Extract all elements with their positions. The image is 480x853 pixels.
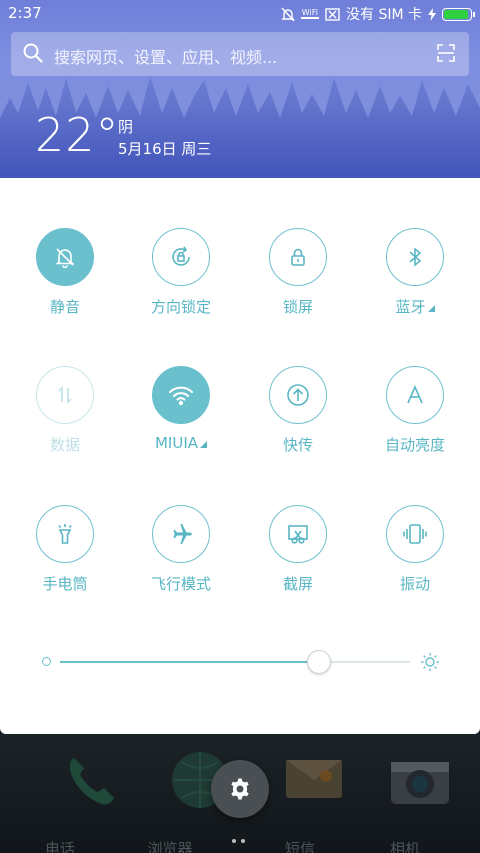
gear-icon: [231, 778, 249, 800]
toggle-label: 数据: [49, 436, 80, 454]
vibrate-icon: [386, 505, 444, 563]
screenshot-icon: [269, 505, 327, 563]
upload-icon: [269, 366, 327, 424]
toggle-label: 静音: [49, 298, 80, 316]
toggle-flashlight[interactable]: 手电筒: [5, 505, 125, 594]
weather-date: 5月16日 周三: [118, 140, 212, 158]
search-placeholder: 搜索网页、设置、应用、视频...: [54, 48, 278, 67]
bluetooth-icon: [386, 228, 444, 286]
lock-icon: [269, 228, 327, 286]
toggle-label: MIUIA: [121, 434, 241, 452]
bell-off-icon: [36, 228, 94, 286]
auto-brightness-icon: [386, 366, 444, 424]
dock-phone[interactable]: 电话: [15, 750, 135, 853]
temperature: 22°: [35, 108, 120, 162]
toggle-label: 锁屏: [282, 298, 313, 316]
settings-button[interactable]: [211, 760, 269, 818]
battery-fill: [444, 9, 468, 19]
data-arrows-icon: [36, 366, 94, 424]
toggle-label: 自动亮度: [384, 436, 445, 454]
dock-label: 短信: [284, 840, 315, 853]
dock-label: 浏览器: [147, 840, 193, 853]
search-icon: [23, 43, 43, 67]
battery-icon: [442, 7, 475, 21]
toggle-label: 方向锁定: [150, 298, 211, 316]
dock-label: 相机: [389, 840, 420, 853]
more-triangle-icon: [427, 305, 435, 312]
weather-condition: 阴: [118, 118, 134, 136]
messages-icon: [286, 760, 342, 798]
quick-settings-panel: 静音 方向锁定 锁屏 蓝牙 数据 MIUIA 快传 自动亮度 手电筒 飞行模式 …: [0, 178, 480, 734]
status-bar: 2:37 WiFi 没有 SIM 卡: [0, 0, 480, 28]
toggle-wifi[interactable]: MIUIA: [121, 366, 241, 452]
camera-icon: [391, 762, 449, 804]
flashlight-icon: [36, 505, 94, 563]
page-indicator: [232, 828, 250, 847]
no-sim-icon: [325, 7, 340, 21]
wifi-status-icon: WiFi: [300, 8, 319, 19]
search-bar[interactable]: 搜索网页、设置、应用、视频...: [11, 32, 469, 76]
airplane-icon: [152, 505, 210, 563]
brightness-slider[interactable]: [40, 648, 440, 676]
weather-header: 2:37 WiFi 没有 SIM 卡 搜索网页、设置、应用、视频... 22° …: [0, 0, 480, 178]
dock-label: 电话: [44, 840, 75, 853]
toggle-mute[interactable]: 静音: [5, 228, 125, 317]
toggle-auto-brightness[interactable]: 自动亮度: [355, 366, 475, 455]
slider-fill: [60, 661, 319, 663]
phone-icon: [69, 758, 114, 805]
toggle-lock-screen[interactable]: 锁屏: [238, 228, 358, 317]
toggle-label: 飞行模式: [150, 575, 211, 593]
toggle-mobile-data[interactable]: 数据: [5, 366, 125, 455]
toggle-label: 截屏: [282, 575, 313, 593]
toggle-airplane-mode[interactable]: 飞行模式: [121, 505, 241, 594]
charging-icon: [428, 7, 436, 21]
toggle-label: 快传: [282, 436, 313, 454]
more-triangle-icon: [200, 441, 208, 448]
brightness-low-icon: [42, 657, 51, 666]
dock-camera[interactable]: 相机: [345, 756, 465, 853]
toggle-label: 手电筒: [42, 575, 88, 593]
brightness-high-icon: [420, 652, 440, 676]
scan-icon[interactable]: [437, 44, 455, 66]
toggle-label: 振动: [399, 575, 430, 593]
bell-off-icon: [281, 7, 295, 22]
toggle-rotation-lock[interactable]: 方向锁定: [121, 228, 241, 317]
toggle-quick-transfer[interactable]: 快传: [238, 366, 358, 455]
toggle-vibrate[interactable]: 振动: [355, 505, 475, 594]
slider-thumb[interactable]: [307, 650, 331, 674]
wifi-icon: [152, 366, 210, 424]
toggle-screenshot[interactable]: 截屏: [238, 505, 358, 594]
sim-status-text: 没有 SIM 卡: [346, 7, 422, 23]
toggle-label: 蓝牙: [355, 296, 475, 317]
toggle-bluetooth[interactable]: 蓝牙: [355, 228, 475, 317]
rotation-lock-icon: [152, 228, 210, 286]
status-time: 2:37: [8, 4, 42, 22]
